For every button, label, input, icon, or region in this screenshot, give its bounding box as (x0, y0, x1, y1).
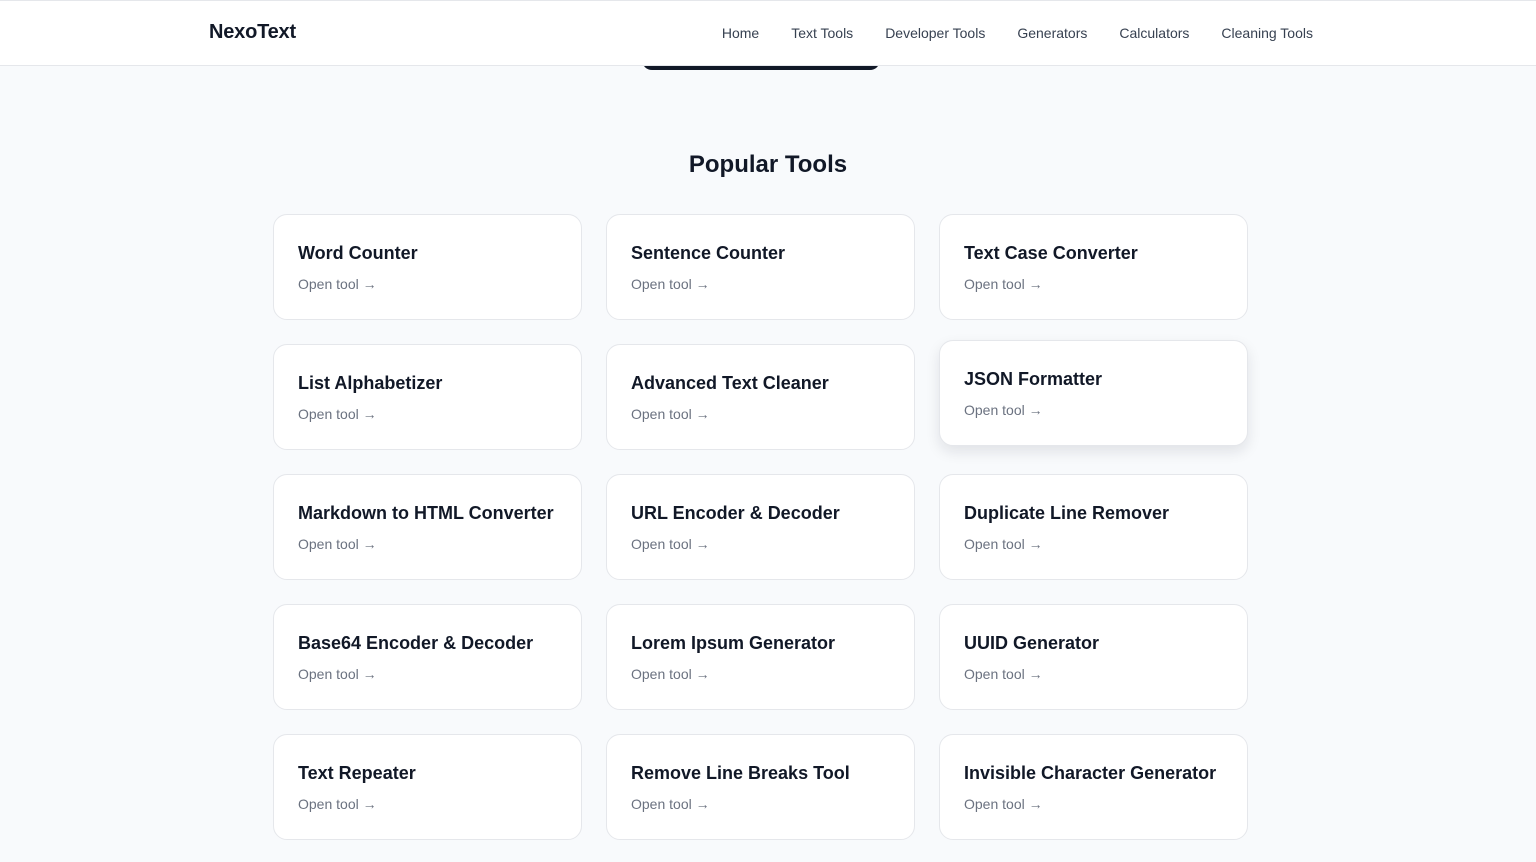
nav-calculators[interactable]: Calculators (1119, 25, 1189, 41)
tool-card-title: Sentence Counter (631, 243, 786, 263)
tool-card-uuid-generator[interactable]: UUID Generator Open tool → (939, 604, 1248, 710)
open-tool-link: Open tool → (631, 796, 710, 812)
nav-cleaning-tools[interactable]: Cleaning Tools (1221, 25, 1313, 41)
open-tool-link: Open tool → (964, 276, 1043, 292)
tool-card-title: Lorem Ipsum Generator (631, 633, 836, 653)
nav-developer-tools[interactable]: Developer Tools (885, 25, 985, 41)
open-tool-link: Open tool → (631, 406, 710, 422)
tool-card-text-case-converter[interactable]: Text Case Converter Open tool → (939, 214, 1248, 320)
open-tool-link: Open tool → (964, 402, 1043, 418)
open-tool-link: Open tool → (298, 666, 377, 682)
open-tool-link: Open tool → (631, 536, 710, 552)
open-tool-link: Open tool → (964, 666, 1043, 682)
tool-card-title: UUID Generator (964, 633, 1100, 653)
tool-card-list-alphabetizer[interactable]: List Alphabetizer Open tool → (273, 344, 582, 450)
nav-generators[interactable]: Generators (1017, 25, 1087, 41)
brand-logo[interactable]: NexoText (209, 21, 296, 44)
tool-card-title: URL Encoder & Decoder (631, 503, 840, 523)
tool-card-title: Base64 Encoder & Decoder (298, 633, 534, 653)
tool-card-invisible-character-generator[interactable]: Invisible Character Generator Open tool … (939, 734, 1248, 840)
site-header: NexoText Home Text Tools Developer Tools… (0, 0, 1536, 66)
tool-card-title: Advanced Text Cleaner (631, 373, 829, 393)
tool-card-title: Word Counter (298, 243, 418, 263)
tool-card-base64-encoder-decoder[interactable]: Base64 Encoder & Decoder Open tool → (273, 604, 582, 710)
open-tool-link: Open tool → (964, 536, 1043, 552)
tool-card-url-encoder-decoder[interactable]: URL Encoder & Decoder Open tool → (606, 474, 915, 580)
tool-card-remove-line-breaks[interactable]: Remove Line Breaks Tool Open tool → (606, 734, 915, 840)
tool-card-json-formatter[interactable]: JSON Formatter Open tool → (939, 340, 1248, 446)
open-tool-link: Open tool → (298, 276, 377, 292)
tool-card-title: Remove Line Breaks Tool (631, 763, 850, 783)
open-tool-link: Open tool → (964, 796, 1043, 812)
open-tool-link: Open tool → (631, 666, 710, 682)
tool-card-title: Invisible Character Generator (964, 763, 1217, 783)
nav-text-tools[interactable]: Text Tools (791, 25, 853, 41)
tool-card-text-repeater[interactable]: Text Repeater Open tool → (273, 734, 582, 840)
tool-card-advanced-text-cleaner[interactable]: Advanced Text Cleaner Open tool → (606, 344, 915, 450)
open-tool-link: Open tool → (298, 536, 377, 552)
tool-card-duplicate-line-remover[interactable]: Duplicate Line Remover Open tool → (939, 474, 1248, 580)
tool-card-title: Text Repeater (298, 763, 416, 783)
tools-grid: Word Counter Open tool → Sentence Counte… (273, 214, 1249, 840)
open-tool-link: Open tool → (298, 406, 377, 422)
nav-home[interactable]: Home (722, 25, 759, 41)
main-nav: Home Text Tools Developer Tools Generato… (722, 25, 1313, 41)
tool-card-title: Text Case Converter (964, 243, 1138, 263)
tool-card-title: Duplicate Line Remover (964, 503, 1170, 523)
tool-card-lorem-ipsum-generator[interactable]: Lorem Ipsum Generator Open tool → (606, 604, 915, 710)
tool-card-word-counter[interactable]: Word Counter Open tool → (273, 214, 582, 320)
tool-card-title: JSON Formatter (964, 369, 1103, 389)
open-tool-link: Open tool → (631, 276, 710, 292)
tool-card-title: List Alphabetizer (298, 373, 443, 393)
tool-card-markdown-to-html[interactable]: Markdown to HTML Converter Open tool → (273, 474, 582, 580)
section-title: Popular Tools (688, 151, 848, 178)
tool-card-title: Markdown to HTML Converter (298, 503, 554, 523)
tool-card-sentence-counter[interactable]: Sentence Counter Open tool → (606, 214, 915, 320)
open-tool-link: Open tool → (298, 796, 377, 812)
